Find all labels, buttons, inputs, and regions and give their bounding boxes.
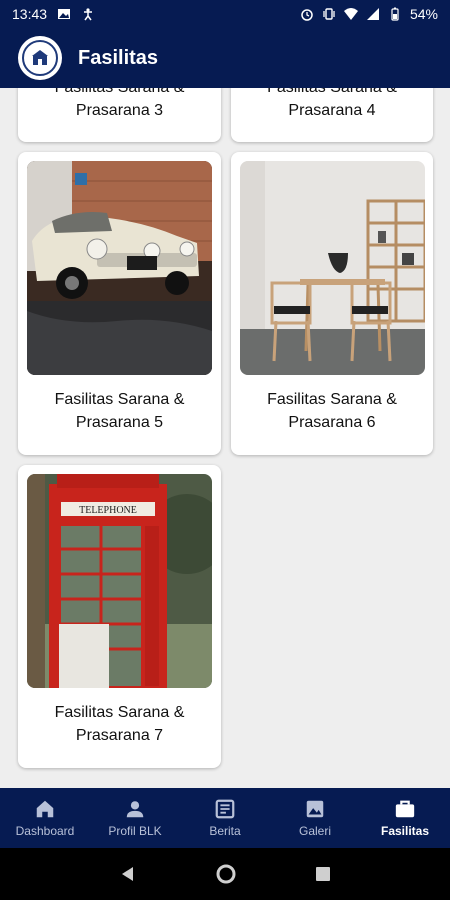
news-icon	[215, 799, 235, 819]
person-icon	[126, 801, 144, 818]
battery-icon	[391, 7, 399, 21]
system-navigation-bar	[0, 848, 450, 900]
alarm-icon	[301, 9, 313, 21]
facility-card-title: Fasilitas Sarana & Prasarana 7	[18, 701, 221, 747]
telephone-booth-photo: TELEPHONE	[27, 474, 212, 688]
card-title-line1: Fasilitas Sarana &	[54, 391, 185, 408]
blk-logo	[18, 36, 62, 80]
nav-label: Galeri	[298, 824, 331, 838]
status-time: 13:43	[12, 6, 48, 22]
facility-card-7[interactable]: TELEPHONE Fasilitas Sarana & Prasarana 7	[18, 465, 221, 768]
back-icon[interactable]	[118, 864, 138, 884]
facility-card-title: Fasilitas Sarana & Prasarana 5	[18, 388, 221, 434]
card-title-line1: Fasilitas Sarana &	[267, 391, 397, 408]
nav-label: Dashboard	[15, 824, 75, 838]
vintage-car-photo	[27, 161, 212, 375]
facility-card-title: Fasilitas Sarana & Prasarana 4	[231, 88, 433, 122]
nav-label: Fasilitas	[380, 824, 430, 838]
nav-dashboard[interactable]: Dashboard	[0, 788, 90, 848]
home-button-icon[interactable]	[215, 863, 237, 885]
card-title-line2: Prasarana 4	[288, 102, 376, 119]
facility-card-6[interactable]: Fasilitas Sarana & Prasarana 6	[231, 152, 433, 455]
facility-card-3[interactable]: Fasilitas Sarana & Prasarana 3	[18, 88, 221, 142]
facility-card-title: Fasilitas Sarana & Prasarana 6	[231, 388, 433, 434]
image-icon	[58, 9, 71, 19]
card-title-line1: Fasilitas Sarana &	[18, 88, 221, 99]
card-title-line1: Fasilitas Sarana &	[54, 704, 185, 721]
nav-galeri[interactable]: Galeri	[270, 788, 360, 848]
facility-card-4[interactable]: Fasilitas Sarana & Prasarana 4	[231, 88, 433, 142]
building-icon	[32, 50, 48, 65]
status-bar: 13:43 54%	[0, 0, 450, 28]
nav-berita[interactable]: Berita	[180, 788, 270, 848]
nav-fasilitas[interactable]: Fasilitas	[360, 788, 450, 848]
card-title-line2: Prasarana 7	[75, 727, 164, 744]
facilities-grid: Fasilitas Sarana & Prasarana 3 Fasilitas…	[0, 88, 450, 788]
accessibility-icon	[84, 8, 93, 21]
facility-card-title: Fasilitas Sarana & Prasarana 3	[18, 88, 221, 122]
nav-label: Berita	[209, 824, 241, 838]
card-title-line2: Prasarana 3	[75, 102, 164, 119]
vibrate-icon	[323, 8, 335, 20]
image-icon	[306, 800, 324, 818]
wifi-icon	[343, 8, 358, 20]
app-bar: Fasilitas	[0, 28, 450, 88]
card-title-line2: Prasarana 5	[75, 414, 164, 431]
page-title: Fasilitas	[78, 46, 159, 69]
home-icon	[36, 800, 54, 818]
dining-room-photo	[240, 161, 425, 375]
nav-label: Profil BLK	[108, 824, 162, 838]
battery-percent: 54%	[409, 6, 438, 22]
briefcase-icon	[395, 800, 415, 818]
svg-text:TELEPHONE: TELEPHONE	[79, 505, 137, 516]
signal-icon	[366, 8, 379, 20]
facility-card-5[interactable]: Fasilitas Sarana & Prasarana 5	[18, 152, 221, 455]
bottom-navigation: Dashboard Profil BLK Berita Galeri Fasil…	[0, 788, 450, 848]
card-title-line1: Fasilitas Sarana &	[231, 88, 433, 99]
recents-icon[interactable]	[314, 865, 332, 883]
nav-profil-blk[interactable]: Profil BLK	[90, 788, 180, 848]
card-title-line2: Prasarana 6	[288, 414, 376, 431]
